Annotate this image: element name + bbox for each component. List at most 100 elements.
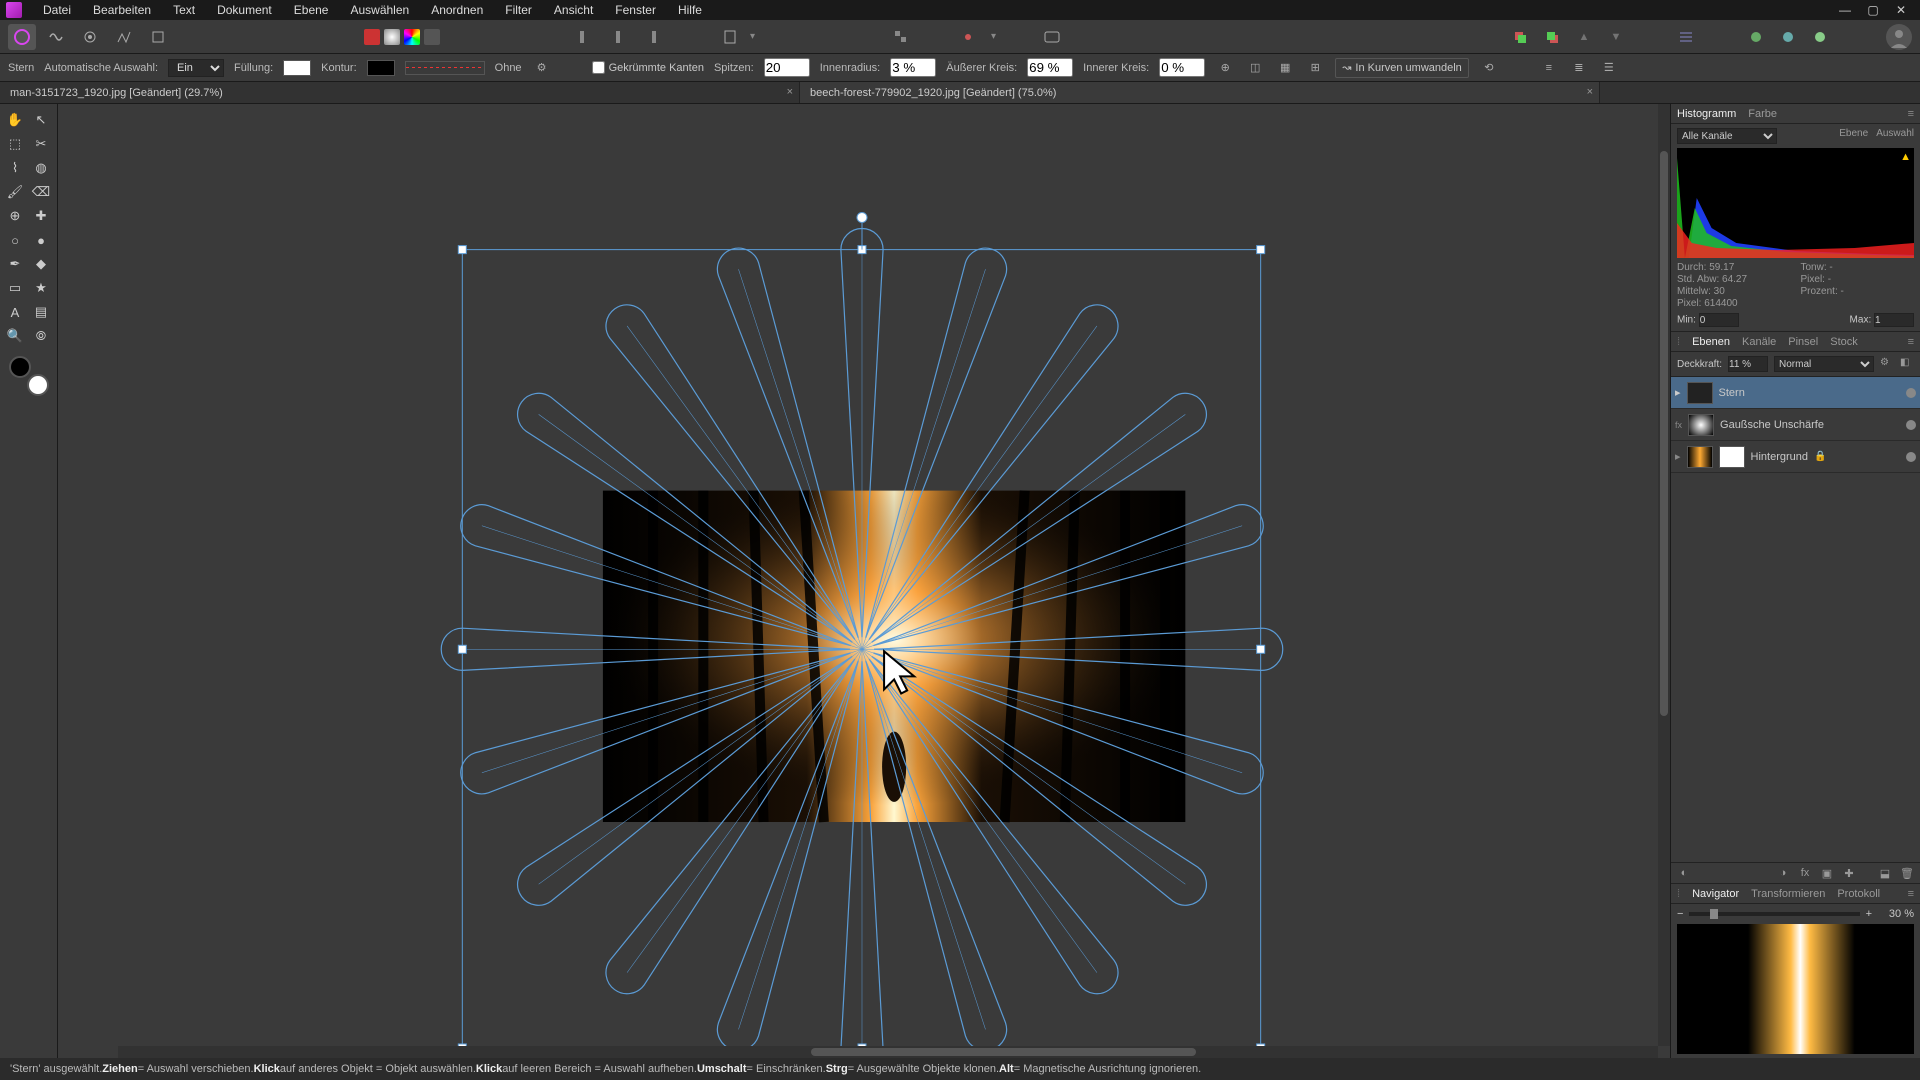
tab-ebenen[interactable]: Ebenen — [1692, 336, 1730, 348]
window-close-icon[interactable]: ✕ — [1888, 1, 1914, 19]
swatch-red[interactable] — [364, 29, 380, 45]
gradient-tool[interactable]: ▤ — [28, 300, 54, 324]
brush-tool[interactable]: 🖌 — [2, 180, 28, 204]
histogram-ebene-link[interactable]: Ebene — [1839, 128, 1868, 139]
geometry-subtract-button[interactable] — [1774, 24, 1802, 50]
menu-dokument[interactable]: Dokument — [206, 3, 283, 17]
menu-fenster[interactable]: Fenster — [604, 3, 667, 17]
transform-mode-icon[interactable]: ◫ — [1245, 58, 1265, 78]
close-icon[interactable]: × — [787, 86, 793, 98]
stroke-swatch[interactable] — [367, 60, 395, 76]
convert-curves-button[interactable]: ↝In Kurven umwandeln — [1335, 58, 1469, 78]
histogram-min-input[interactable] — [1699, 313, 1739, 327]
opacity-input[interactable] — [1728, 356, 1768, 372]
erase-tool[interactable]: ⌫ — [28, 180, 54, 204]
blend-mode-select[interactable]: Normal — [1774, 356, 1874, 372]
menu-text[interactable]: Text — [162, 3, 206, 17]
geometry-add-button[interactable] — [1742, 24, 1770, 50]
tab-histogram[interactable]: Histogramm — [1677, 108, 1736, 120]
outer-circle-input[interactable] — [1027, 58, 1073, 77]
navigator-preview[interactable] — [1677, 924, 1914, 1054]
expand-icon[interactable]: ▸ — [1675, 386, 1681, 399]
menu-ebene[interactable]: Ebene — [283, 3, 340, 17]
account-avatar[interactable] — [1886, 24, 1912, 50]
selection-tool[interactable]: ⬚ — [2, 132, 28, 156]
lock-icon[interactable]: 🔒 — [1814, 451, 1826, 462]
reset-box-icon[interactable]: ⟲ — [1479, 58, 1499, 78]
chevron-down-icon[interactable]: ▾ — [991, 31, 996, 42]
window-minimize-icon[interactable]: — — [1832, 1, 1858, 19]
autoselect-select[interactable]: Ein — [168, 59, 224, 77]
zoom-out-button[interactable]: − — [1677, 908, 1683, 920]
align-center-button[interactable] — [604, 24, 632, 50]
gear-icon[interactable]: ⚙ — [1880, 357, 1894, 371]
fx-button[interactable]: fx — [1796, 864, 1814, 882]
layer-opts-icon[interactable]: ◧ — [1900, 357, 1914, 371]
color-swap[interactable] — [9, 356, 49, 396]
inner-radius-input[interactable] — [890, 58, 936, 77]
fill-swatch[interactable] — [283, 60, 311, 76]
tab-document-2[interactable]: beech-forest-779902_1920.jpg [Geändert] … — [800, 82, 1600, 103]
swatch-gradient[interactable] — [384, 29, 400, 45]
mask-layer-button[interactable]: ◐ — [1675, 864, 1693, 882]
merge-button[interactable]: ⬓ — [1876, 864, 1894, 882]
arrange-button[interactable] — [887, 24, 915, 50]
layer-row[interactable]: fx Gaußsche Unschärfe — [1671, 409, 1920, 441]
transform-origin-icon[interactable]: ⊕ — [1215, 58, 1235, 78]
zoom-tool[interactable]: 🔍 — [2, 324, 28, 348]
menu-auswaehlen[interactable]: Auswählen — [339, 3, 420, 17]
visibility-toggle[interactable] — [1906, 420, 1916, 430]
clone-tool[interactable]: ⊕ — [2, 204, 28, 228]
tab-transformieren[interactable]: Transformieren — [1751, 888, 1825, 900]
show-grid-icon[interactable]: ⊞ — [1305, 58, 1325, 78]
horizontal-scrollbar[interactable] — [118, 1046, 1658, 1058]
tab-kanaele[interactable]: Kanäle — [1742, 336, 1776, 348]
zoom-slider[interactable] — [1689, 912, 1859, 916]
chevron-down-icon[interactable]: ▾ — [750, 31, 755, 42]
menu-ansicht[interactable]: Ansicht — [543, 3, 604, 17]
zoom-in-button[interactable]: + — [1866, 908, 1872, 920]
tab-color[interactable]: Farbe — [1748, 108, 1777, 120]
hand-tool[interactable]: ✋ — [2, 108, 28, 132]
gear-icon[interactable]: ⚙ — [532, 58, 552, 78]
order-backward-button[interactable]: ▼ — [1602, 24, 1630, 50]
doc-setup-button[interactable] — [716, 24, 744, 50]
shape-tool[interactable]: ▭ — [2, 276, 28, 300]
align-right-button[interactable] — [636, 24, 664, 50]
tab-navigator[interactable]: Navigator — [1692, 888, 1739, 900]
tab-pinsel[interactable]: Pinsel — [1788, 336, 1818, 348]
expand-icon[interactable]: ▸ — [1675, 450, 1681, 463]
preview-button[interactable] — [1038, 24, 1066, 50]
add-layer-button[interactable]: ✚ — [1840, 864, 1858, 882]
move-tool[interactable]: ↖ — [28, 108, 54, 132]
order-back-button[interactable] — [1538, 24, 1566, 50]
develop-persona-button[interactable] — [76, 24, 104, 50]
align-h1-icon[interactable]: ≡ — [1539, 58, 1559, 78]
tab-document-1[interactable]: man-3151723_1920.jpg [Geändert] (29.7%)× — [0, 82, 800, 103]
tab-protokoll[interactable]: Protokoll — [1837, 888, 1880, 900]
visibility-toggle[interactable] — [1906, 388, 1916, 398]
panel-menu-icon[interactable]: ≡ — [1908, 336, 1914, 348]
order-forward-button[interactable]: ▲ — [1570, 24, 1598, 50]
snap-button[interactable] — [957, 24, 985, 50]
star-tool[interactable]: ★ — [28, 276, 54, 300]
burn-tool[interactable]: ● — [28, 228, 54, 252]
inner-circle-input[interactable] — [1159, 58, 1205, 77]
pen-tool[interactable]: ✒ — [2, 252, 28, 276]
histogram-auswahl-link[interactable]: Auswahl — [1876, 128, 1914, 139]
node-tool[interactable]: ◆ — [28, 252, 54, 276]
crop-tool[interactable]: ✂ — [28, 132, 54, 156]
vertical-scrollbar[interactable] — [1658, 104, 1670, 1046]
cycle-box-icon[interactable]: ▦ — [1275, 58, 1295, 78]
align-h2-icon[interactable]: ≣ — [1569, 58, 1589, 78]
layer-row[interactable]: ▸ Stern — [1671, 377, 1920, 409]
export-persona-button[interactable] — [144, 24, 172, 50]
canvas-area[interactable] — [58, 104, 1670, 1058]
swatch-grey[interactable] — [424, 29, 440, 45]
menu-anordnen[interactable]: Anordnen — [420, 3, 494, 17]
visibility-toggle[interactable] — [1906, 452, 1916, 462]
group-button[interactable]: ▣ — [1818, 864, 1836, 882]
channel-select[interactable]: Alle Kanäle — [1677, 128, 1777, 144]
layer-row[interactable]: ▸ Hintergrund 🔒 — [1671, 441, 1920, 473]
window-maximize-icon[interactable]: ▢ — [1860, 1, 1886, 19]
